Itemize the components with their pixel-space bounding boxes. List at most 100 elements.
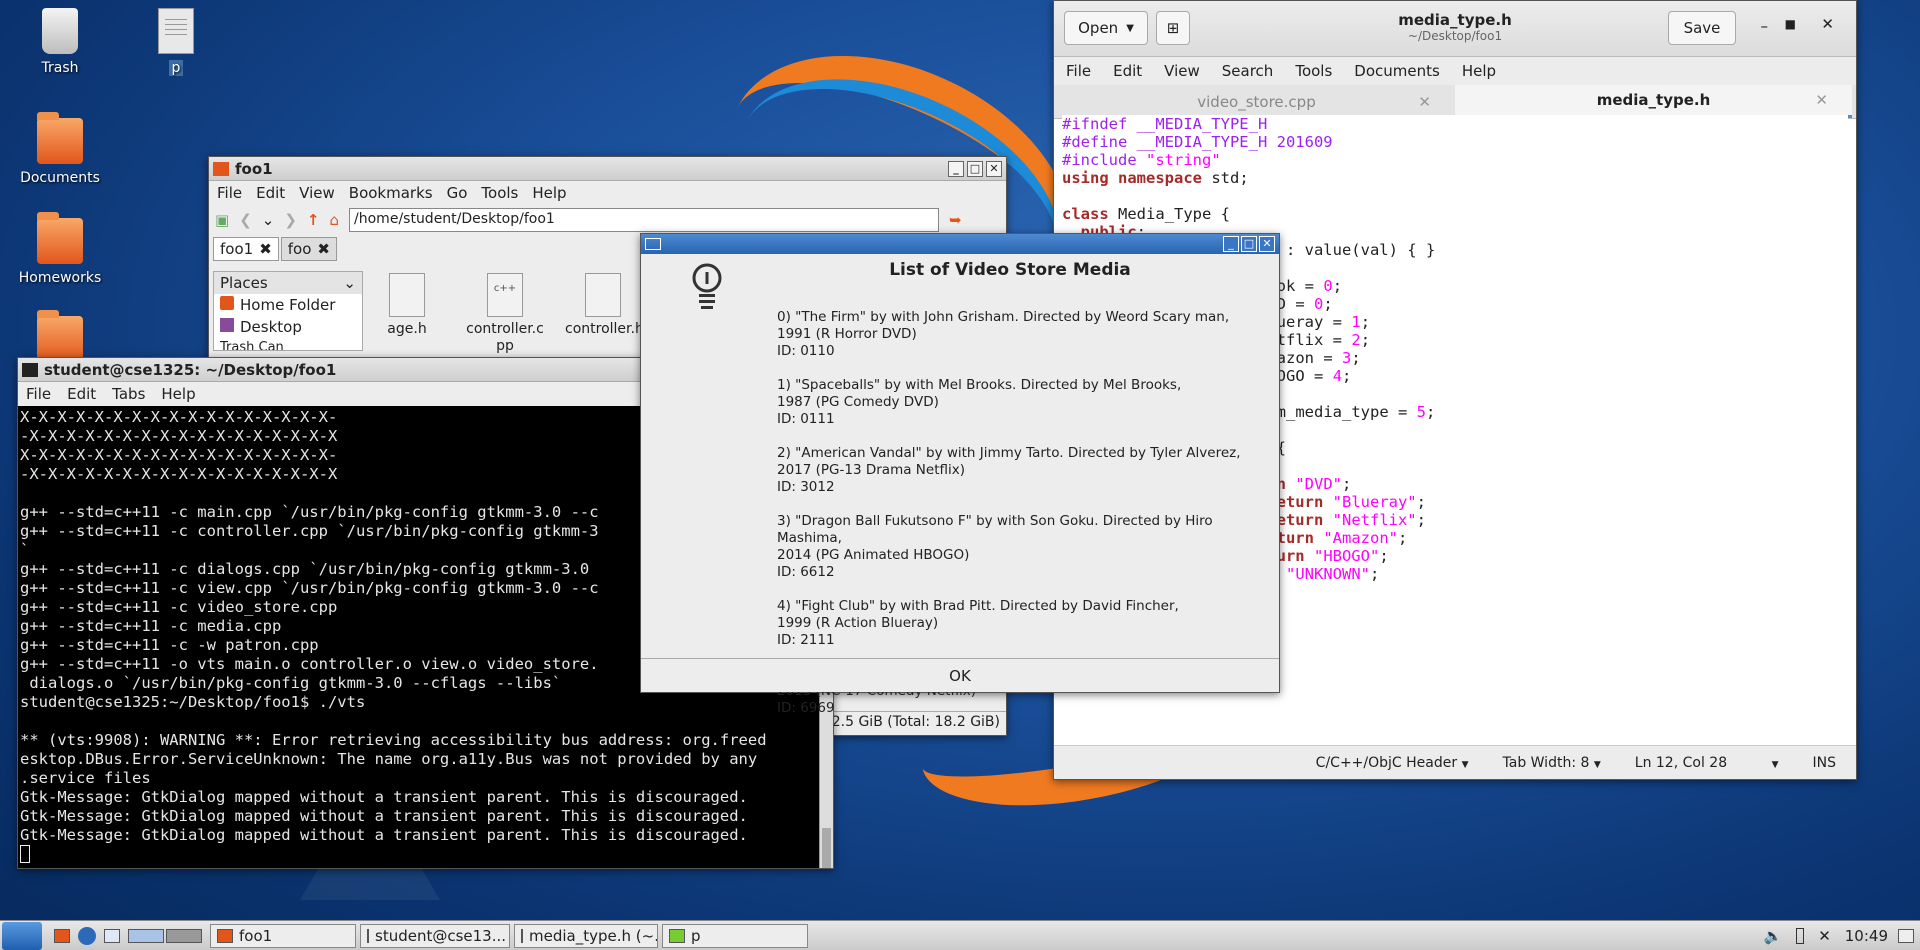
path-entry[interactable]: /home/student/Desktop/foo1	[349, 208, 940, 232]
save-button[interactable]: Save	[1668, 11, 1736, 45]
workspace-1-icon[interactable]	[128, 928, 164, 943]
back-icon[interactable]: ❮	[239, 211, 252, 229]
up-icon[interactable]: ↑	[307, 211, 320, 229]
close-tab-icon[interactable]: ✕	[1815, 91, 1828, 109]
folder-icon	[213, 161, 229, 176]
window-subtitle: ~/Desktop/foo1	[1407, 29, 1503, 43]
minimize-all-icon[interactable]	[104, 928, 120, 943]
file-item[interactable]: controller.h	[565, 273, 641, 355]
places-header[interactable]: Places ⌄	[214, 272, 362, 294]
menu-view[interactable]: View	[1164, 62, 1200, 80]
list-item: 0) "The Firm" by with John Grisham. Dire…	[777, 309, 1230, 359]
new-tab-icon[interactable]: ▣	[215, 211, 229, 229]
menu-help[interactable]: Help	[1462, 62, 1496, 80]
trash-icon	[42, 8, 78, 54]
desktop-icon-trash[interactable]: Trash	[10, 8, 110, 76]
menu-help[interactable]: Help	[532, 184, 566, 202]
minimize-icon[interactable]: _	[948, 160, 964, 177]
task-terminal[interactable]: student@cse13...	[360, 923, 510, 948]
file-manager-launcher-icon[interactable]	[54, 928, 70, 943]
sidebar-item-home[interactable]: Home Folder	[214, 294, 362, 316]
insert-mode[interactable]: INS	[1813, 755, 1837, 771]
language-selector[interactable]: C/C++/ObjC Header ▼	[1316, 755, 1469, 771]
start-menu-icon[interactable]	[2, 921, 42, 950]
new-tab-button[interactable]: ⊞	[1156, 11, 1190, 45]
header-file-icon	[389, 273, 425, 317]
task-gedit[interactable]: media_type.h (~...	[514, 923, 658, 948]
tab-foo[interactable]: foo ✖	[280, 237, 337, 261]
path-text: /home/student/Desktop/foo1	[354, 211, 555, 227]
task-foo1[interactable]: foo1	[210, 923, 356, 948]
scrollbar-thumb[interactable]	[822, 828, 831, 868]
sidebar-item-trash[interactable]: Trash Can	[214, 338, 362, 350]
tab-width-selector[interactable]: Tab Width: 8 ▼	[1503, 755, 1601, 771]
open-button[interactable]: Open ▼	[1064, 11, 1148, 45]
browser-launcher-icon[interactable]	[78, 926, 96, 945]
close-icon[interactable]: ✕	[1259, 236, 1275, 252]
gedit-statusbar: C/C++/ObjC Header ▼ Tab Width: 8 ▼ Ln 12…	[1054, 745, 1856, 779]
workspace-2-icon[interactable]	[166, 928, 202, 943]
forward-icon[interactable]: ❯	[284, 211, 297, 229]
cursor-position[interactable]: Ln 12, Col 28 ▼	[1635, 755, 1779, 771]
battery-icon[interactable]	[1796, 927, 1805, 944]
network-icon[interactable]: ✕	[1818, 927, 1831, 945]
minimize-icon[interactable]: –	[1761, 17, 1769, 35]
text-file-icon	[669, 928, 685, 943]
menu-help[interactable]: Help	[161, 385, 195, 403]
maximize-icon[interactable]: □	[1241, 236, 1257, 252]
desktop-icon-documents[interactable]: Documents	[10, 112, 110, 186]
desktop-icon-homeworks[interactable]: Homeworks	[10, 212, 110, 286]
menu-go[interactable]: Go	[447, 184, 468, 202]
desktop-icon	[220, 318, 234, 332]
close-tab-icon[interactable]: ✕	[1418, 93, 1431, 111]
clock[interactable]: 10:49	[1845, 927, 1888, 945]
menu-bookmarks[interactable]: Bookmarks	[349, 184, 433, 202]
menu-file[interactable]: File	[26, 385, 51, 403]
tab-label: video_store.cpp	[1197, 92, 1316, 111]
maximize-icon[interactable]: ■	[1785, 17, 1796, 31]
desktop-icon-file-p[interactable]: p	[126, 8, 226, 76]
save-button-label: Save	[1683, 19, 1721, 37]
menu-file[interactable]: File	[1066, 62, 1091, 80]
close-tab-icon[interactable]: ✖	[259, 240, 272, 258]
chevron-down-icon[interactable]: ⌄	[262, 211, 275, 229]
window-title: media_type.h	[1398, 11, 1512, 29]
ok-button[interactable]: OK	[641, 658, 1279, 692]
sidebar-item-desktop[interactable]: Desktop	[214, 316, 362, 338]
menu-documents[interactable]: Documents	[1354, 62, 1440, 80]
menu-tools[interactable]: Tools	[481, 184, 518, 202]
volume-icon[interactable]: 🔈	[1764, 927, 1783, 945]
window-menu-icon[interactable]	[645, 238, 661, 250]
file-manager-toolbar: ▣ ❮ ⌄ ❯ ↑ ⌂ /home/student/Desktop/foo1 ➥	[209, 205, 1006, 235]
file-item[interactable]: c++ controller.cpp	[465, 273, 545, 355]
home-icon[interactable]: ⌂	[330, 211, 340, 229]
minimize-icon[interactable]: _	[1223, 236, 1239, 252]
menu-search[interactable]: Search	[1222, 62, 1274, 80]
tab-width-label: Tab Width: 8	[1502, 754, 1590, 771]
menu-edit[interactable]: Edit	[1113, 62, 1142, 80]
desktop-icon-label: Trash	[41, 60, 79, 76]
chevron-down-icon: ▼	[1593, 759, 1601, 770]
chevron-down-icon: ▼	[1126, 22, 1134, 34]
menu-tools[interactable]: Tools	[1295, 62, 1332, 80]
tab-media-type-h[interactable]: media_type.h ✕	[1455, 85, 1852, 118]
sidebar-item-label: Desktop	[240, 318, 302, 336]
menu-tabs[interactable]: Tabs	[112, 385, 145, 403]
go-icon[interactable]: ➥	[949, 211, 962, 229]
menu-view[interactable]: View	[299, 184, 335, 202]
close-tab-icon[interactable]: ✖	[317, 240, 330, 258]
maximize-icon[interactable]: □	[967, 160, 983, 177]
terminal-icon	[22, 362, 38, 377]
list-item: 4) "Fight Club" by with Brad Pitt. Direc…	[777, 598, 1179, 648]
menu-edit[interactable]: Edit	[256, 184, 285, 202]
menu-file[interactable]: File	[217, 184, 242, 202]
close-icon[interactable]: ✕	[986, 160, 1002, 177]
file-item[interactable]: age.h	[369, 273, 445, 355]
task-p[interactable]: p	[662, 923, 808, 948]
close-icon[interactable]: ✕	[1821, 15, 1834, 33]
tab-foo1[interactable]: foo1 ✖	[213, 237, 279, 261]
menu-edit[interactable]: Edit	[67, 385, 96, 403]
show-desktop-icon[interactable]	[1898, 928, 1914, 943]
tab-video-store-cpp[interactable]: video_store.cpp ✕	[1058, 85, 1455, 118]
